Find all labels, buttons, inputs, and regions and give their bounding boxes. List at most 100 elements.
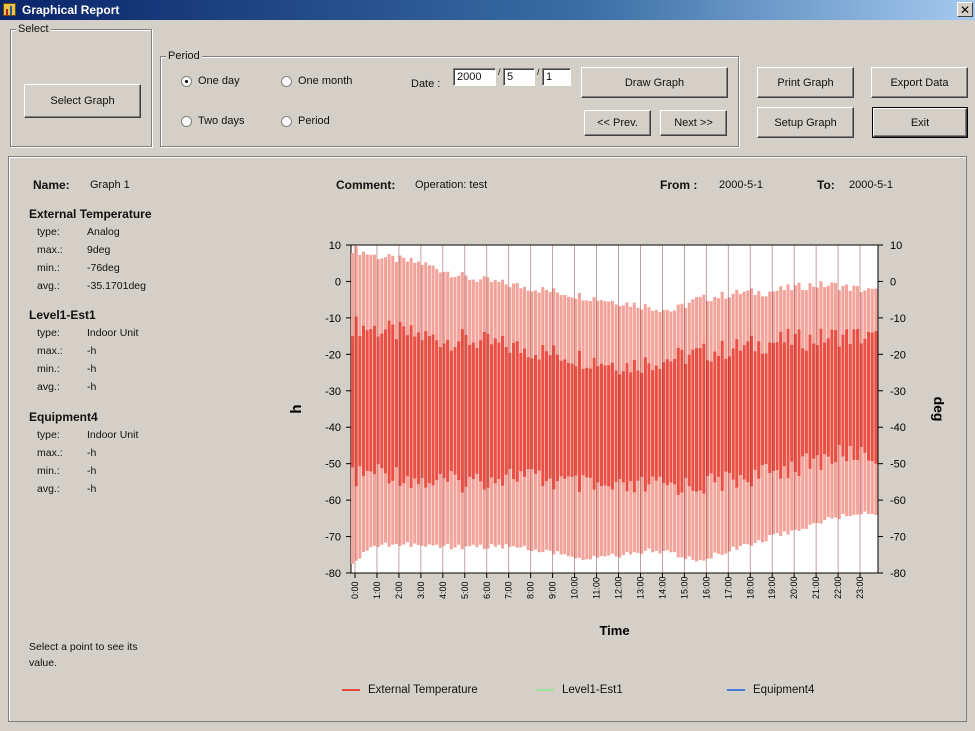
- temperature-core-bar: [526, 357, 530, 470]
- y-tick-label-right: -80: [890, 568, 906, 580]
- x-tick-label: 4:00: [438, 581, 448, 599]
- x-tick-label: 9:00: [548, 581, 558, 599]
- x-tick-label: 21:00: [811, 576, 821, 599]
- x-tick-label: 17:00: [723, 576, 733, 599]
- temperature-core-bar: [537, 359, 541, 471]
- y-tick-label-left: 0: [335, 276, 341, 288]
- temperature-core-bar: [870, 332, 874, 462]
- month-field[interactable]: 5: [503, 68, 535, 86]
- legend-equipment4[interactable]: Equipment4: [727, 684, 814, 696]
- y-tick-label-right: -50: [890, 459, 906, 471]
- temperature-core-bar: [570, 363, 574, 477]
- temperature-core-bar: [391, 324, 395, 481]
- temperature-core-bar: [457, 341, 461, 481]
- temperature-core-bar: [413, 336, 417, 479]
- temperature-core-bar: [599, 363, 603, 487]
- temperature-core-bar: [468, 344, 472, 477]
- temperature-core-bar: [563, 359, 567, 479]
- temperature-core-bar: [731, 348, 735, 480]
- x-tick-label: 12:00: [614, 576, 624, 599]
- temperature-core-bar: [812, 343, 816, 459]
- temperature-core-bar: [823, 342, 827, 455]
- legend-swatch-equipment4: [727, 689, 745, 691]
- temperature-core-bar: [629, 372, 633, 482]
- y-tick-label-right: -30: [890, 386, 906, 398]
- temperature-core-bar: [431, 334, 435, 486]
- temperature-core-bar: [797, 329, 801, 476]
- year-field[interactable]: 2000: [453, 68, 496, 86]
- print-graph-button[interactable]: Print Graph: [757, 67, 854, 98]
- radio-period[interactable]: Period: [281, 115, 330, 127]
- temperature-core-bar: [555, 354, 560, 482]
- exit-button[interactable]: Exit: [872, 107, 968, 138]
- temperature-core-bar: [372, 325, 377, 475]
- next-button[interactable]: Next >>: [660, 110, 727, 136]
- radio-one-day[interactable]: One day: [181, 75, 240, 87]
- temperature-core-bar: [405, 335, 409, 477]
- temperature-core-bar: [515, 341, 519, 482]
- prev-button[interactable]: << Prev.: [584, 110, 651, 136]
- y-tick-label-left: -10: [325, 313, 341, 325]
- draw-graph-button[interactable]: Draw Graph: [581, 67, 728, 98]
- y-tick-label-right: -20: [890, 349, 906, 361]
- y-tick-label-left: -20: [325, 349, 341, 361]
- temperature-core-bar: [475, 347, 479, 474]
- temperature-core-bar: [446, 339, 450, 482]
- temperature-core-bar: [775, 342, 779, 471]
- temperature-core-bar: [819, 328, 823, 470]
- date-label: Date :: [411, 78, 441, 90]
- report-chart[interactable]: 0:00 1:00 2:00 3:00 4:00 5:00 6:00 7:00 8:00 9:00…: [9, 157, 966, 721]
- x-tick-label: 3:00: [416, 581, 426, 599]
- temperature-core-bar: [782, 342, 786, 467]
- temperature-core-bar: [409, 325, 413, 488]
- day-field[interactable]: 1: [542, 68, 571, 86]
- temperature-core-bar: [479, 340, 483, 482]
- legend-level1-est1[interactable]: Level1-Est1: [536, 684, 623, 696]
- temperature-core-bar: [790, 344, 794, 462]
- temperature-core-bar: [402, 326, 406, 484]
- temperature-core-bar: [764, 353, 768, 465]
- y-tick-label-left: -70: [325, 532, 341, 544]
- radio-label-two-days: Two days: [198, 115, 245, 127]
- select-graph-button[interactable]: Select Graph: [24, 84, 141, 118]
- temperature-core-bar: [610, 362, 614, 490]
- radio-two-days[interactable]: Two days: [181, 115, 244, 127]
- temperature-core-bar: [387, 320, 391, 484]
- export-data-button[interactable]: Export Data: [871, 67, 968, 98]
- temperature-core-bar: [753, 351, 757, 470]
- legend-external-temperature[interactable]: External Temperature: [342, 684, 478, 696]
- x-tick-label: 14:00: [657, 576, 667, 599]
- report-panel: Name: Graph 1 Comment: Operation: test F…: [8, 156, 967, 722]
- x-tick-label: 18:00: [745, 576, 755, 599]
- legend-label-external-temperature: External Temperature: [368, 684, 478, 696]
- temperature-core-bar: [826, 338, 830, 457]
- y-tick-label-left: -40: [325, 422, 341, 434]
- temperature-core-bar: [497, 342, 501, 479]
- x-tick-label: 23:00: [855, 576, 865, 599]
- x-tick-label: 19:00: [767, 576, 777, 599]
- temperature-core-bar: [724, 358, 728, 472]
- temperature-core-bar: [863, 338, 867, 453]
- setup-graph-button[interactable]: Setup Graph: [757, 107, 854, 138]
- close-window-icon[interactable]: ✕: [957, 2, 973, 17]
- temperature-core-bar: [482, 331, 486, 490]
- temperature-core-bar: [848, 343, 852, 446]
- temperature-core-bar: [687, 354, 691, 487]
- radio-one-month[interactable]: One month: [281, 75, 352, 87]
- temperature-core-bar: [852, 329, 856, 460]
- year-separator: /: [498, 67, 501, 77]
- y-axis-right-label: deg: [931, 397, 947, 422]
- temperature-core-bar: [501, 335, 505, 486]
- temperature-core-bar: [519, 353, 523, 472]
- temperature-core-bar: [544, 351, 549, 482]
- app-chart-icon: [3, 3, 16, 16]
- temperature-core-bar: [533, 354, 538, 474]
- title-bar: Graphical Report ✕: [0, 0, 975, 20]
- temperature-core-bar: [673, 358, 677, 485]
- temperature-core-bar: [351, 336, 355, 468]
- temperature-core-bar: [702, 343, 706, 494]
- x-tick-label: 16:00: [701, 576, 711, 599]
- temperature-core-bar: [746, 341, 750, 483]
- temperature-core-bar: [716, 355, 721, 477]
- temperature-core-bar: [504, 347, 508, 475]
